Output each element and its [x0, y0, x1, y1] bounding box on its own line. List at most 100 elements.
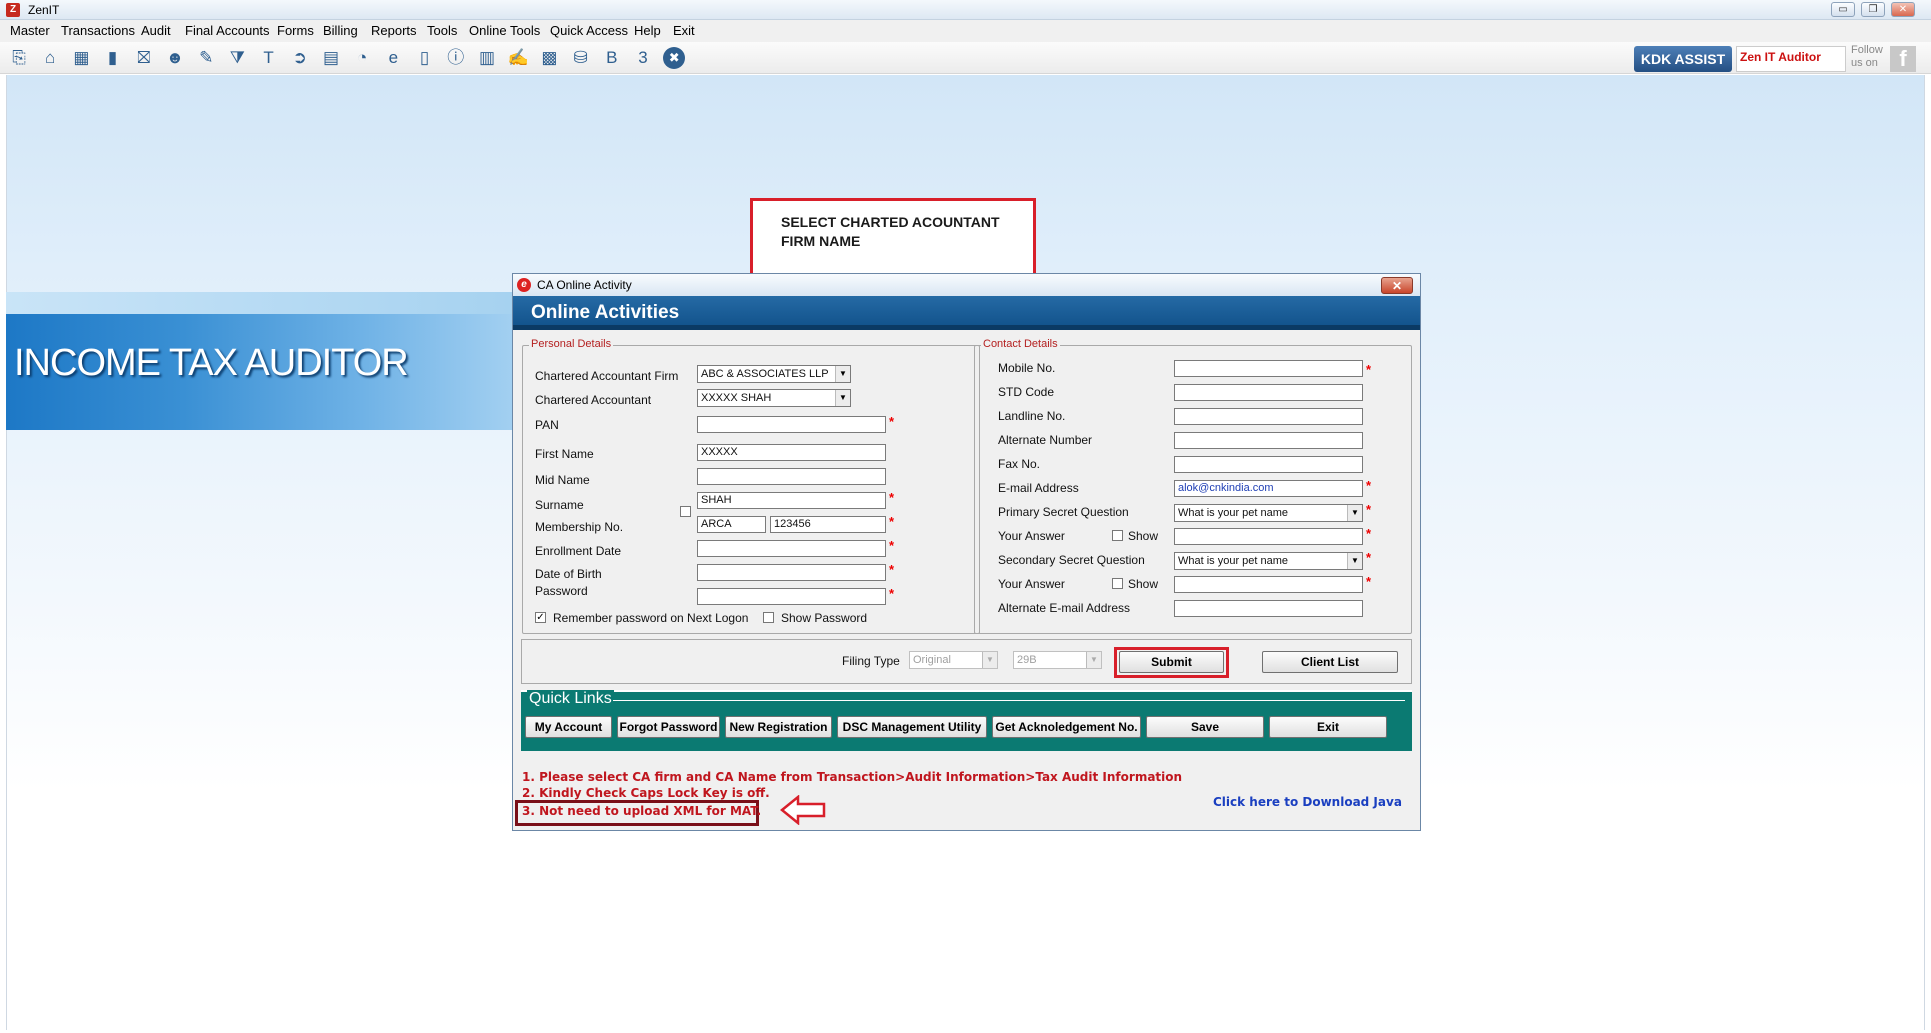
filter-icon[interactable]: ⧩ — [226, 47, 248, 69]
password-input[interactable] — [697, 588, 886, 605]
first-name-input[interactable]: XXXXX — [697, 444, 886, 461]
kdk-assist-button[interactable]: KDK ASSIST — [1634, 46, 1732, 72]
menu-quick-access[interactable]: Quick Access — [550, 23, 628, 38]
menu-master[interactable]: Master — [10, 23, 50, 38]
contact-details-group: Contact Details Mobile No. * STD Code La… — [974, 338, 1412, 634]
client-list-button[interactable]: Client List — [1262, 651, 1398, 673]
alternate-number-input[interactable] — [1174, 432, 1363, 449]
gift-icon[interactable]: ⛝ — [133, 47, 155, 69]
book-icon[interactable]: ▯ — [414, 47, 436, 69]
chevron-down-icon: ▼ — [982, 652, 997, 668]
forward-icon[interactable]: ➲ — [289, 47, 311, 69]
new-registration-button[interactable]: New Registration — [725, 716, 832, 738]
surname-input[interactable]: SHAH — [697, 492, 886, 509]
chevron-down-icon: ▼ — [1347, 553, 1362, 569]
dialog-heading: Online Activities — [531, 302, 680, 323]
zen-it-auditor-logo: Zen IT Auditor — [1736, 46, 1846, 72]
membership-label: Membership No. — [535, 520, 624, 534]
dob-input[interactable] — [697, 564, 886, 581]
epay-icon[interactable]: e — [382, 47, 404, 69]
close-circle-icon[interactable]: ✖ — [663, 47, 686, 69]
download-java-link[interactable]: Click here to Download Java — [1213, 795, 1402, 809]
show-primary-answer-checkbox[interactable] — [1112, 530, 1123, 541]
users-icon[interactable]: ☻ — [164, 47, 186, 69]
enrollment-date-label: Enrollment Date — [535, 544, 622, 558]
minimize-button[interactable]: ▭ — [1831, 2, 1855, 17]
pie-icon[interactable]: ◔ — [351, 47, 373, 69]
save-button[interactable]: Save — [1146, 716, 1264, 738]
ca-firm-value: ABC & ASSOCIATES LLP — [701, 368, 829, 380]
filing-type-value: Original — [913, 654, 951, 666]
toolbar: ⎘ ⌂ ▦ ▮ ⛝ ☻ ✎ ⧩ T ➲ ▤ ◔ e ▯ ⓘ ▥ ✍ ▩ ⛁ B 3 ✖ KDK ASSIST Zen IT… — [0, 42, 1931, 74]
show-secondary-answer-checkbox[interactable] — [1112, 578, 1123, 589]
menu-transactions[interactable]: Transactions — [61, 23, 135, 38]
forgot-password-button[interactable]: Forgot Password — [617, 716, 720, 738]
remember-password-checkbox[interactable]: ✓ — [535, 612, 546, 623]
dialog-close-button[interactable]: ✕ — [1381, 277, 1413, 294]
primary-answer-label: Your Answer — [998, 529, 1065, 543]
secondary-question-select[interactable]: What is your pet name ▼ — [1174, 552, 1363, 570]
annotation-arrow-left-icon — [780, 795, 826, 825]
menu-billing[interactable]: Billing — [323, 23, 358, 38]
std-code-input[interactable] — [1174, 384, 1363, 401]
submit-button[interactable]: Submit — [1119, 651, 1224, 673]
menu-online-tools[interactable]: Online Tools — [469, 23, 540, 38]
email-input[interactable]: alok@cnkindia.com — [1174, 480, 1363, 497]
calculator-icon[interactable]: ▤ — [320, 47, 342, 69]
calendar-icon[interactable]: ▩ — [538, 47, 560, 69]
menu-audit[interactable]: Audit — [141, 23, 171, 38]
menu-tools[interactable]: Tools — [427, 23, 457, 38]
enrollment-date-input[interactable] — [697, 540, 886, 557]
app-logo-icon: Z — [6, 3, 20, 17]
membership-number-input[interactable]: 123456 — [770, 516, 886, 533]
get-acknowledgement-button[interactable]: Get Acknoledgement No. — [992, 716, 1141, 738]
pin-icon[interactable]: ✎ — [195, 47, 217, 69]
callout-text: SELECT CHARTED ACOUNTANT FIRM NAME — [781, 214, 1000, 249]
mid-name-input[interactable] — [697, 468, 886, 485]
filing-panel: Filing Type Original ▼ 29B ▼ Submit Clie… — [521, 639, 1412, 684]
close-window-button[interactable]: ✕ — [1891, 2, 1915, 17]
tax-icon[interactable]: T — [258, 47, 280, 69]
menu-final-accounts[interactable]: Final Accounts — [185, 23, 270, 38]
fax-input[interactable] — [1174, 456, 1363, 473]
info-icon[interactable]: ⓘ — [445, 47, 467, 69]
building-icon[interactable]: ▦ — [70, 47, 92, 69]
mobile-input[interactable] — [1174, 360, 1363, 377]
ca-select[interactable]: XXXXX SHAH ▼ — [697, 389, 851, 407]
open-icon[interactable]: ⎘ — [8, 47, 30, 69]
my-account-button[interactable]: My Account — [525, 716, 612, 738]
edit-doc-icon[interactable]: ✍ — [507, 47, 529, 69]
membership-checkbox[interactable] — [680, 506, 691, 517]
restore-button[interactable]: ❐ — [1861, 2, 1885, 17]
home-icon[interactable]: ⌂ — [39, 47, 61, 69]
menu-reports[interactable]: Reports — [371, 23, 417, 38]
filing-type-select[interactable]: Original ▼ — [909, 651, 998, 669]
dsc-management-utility-button[interactable]: DSC Management Utility — [837, 716, 987, 738]
primary-question-select[interactable]: What is your pet name ▼ — [1174, 504, 1363, 522]
exit-button[interactable]: Exit — [1269, 716, 1387, 738]
required-marker: * — [1366, 574, 1372, 589]
ca-value: XXXXX SHAH — [701, 392, 772, 404]
landline-input[interactable] — [1174, 408, 1363, 425]
menu-exit[interactable]: Exit — [673, 23, 695, 38]
chart-icon[interactable]: ▮ — [102, 47, 124, 69]
membership-prefix-input[interactable]: ARCA — [697, 516, 766, 533]
menu-help[interactable]: Help — [634, 23, 661, 38]
banner-title: INCOME TAX AUDITOR — [14, 342, 409, 384]
bs-icon[interactable]: B — [601, 47, 623, 69]
ca-firm-select[interactable]: ABC & ASSOCIATES LLP ▼ — [697, 365, 851, 383]
pan-input[interactable] — [697, 416, 886, 433]
dialog-title: CA Online Activity — [537, 278, 632, 292]
folder-icon[interactable]: ⛁ — [570, 47, 592, 69]
required-marker: * — [889, 562, 895, 577]
form-type-select[interactable]: 29B ▼ — [1013, 651, 1102, 669]
show-password-checkbox[interactable] — [763, 612, 774, 623]
menu-forms[interactable]: Forms — [277, 23, 314, 38]
report-icon[interactable]: ▥ — [476, 47, 498, 69]
facebook-icon[interactable]: f — [1890, 46, 1916, 72]
primary-answer-input[interactable] — [1174, 528, 1363, 545]
required-marker: * — [1366, 478, 1372, 493]
secondary-answer-input[interactable] — [1174, 576, 1363, 593]
alternate-email-input[interactable] — [1174, 600, 1363, 617]
3cd-icon[interactable]: 3 — [632, 47, 654, 69]
